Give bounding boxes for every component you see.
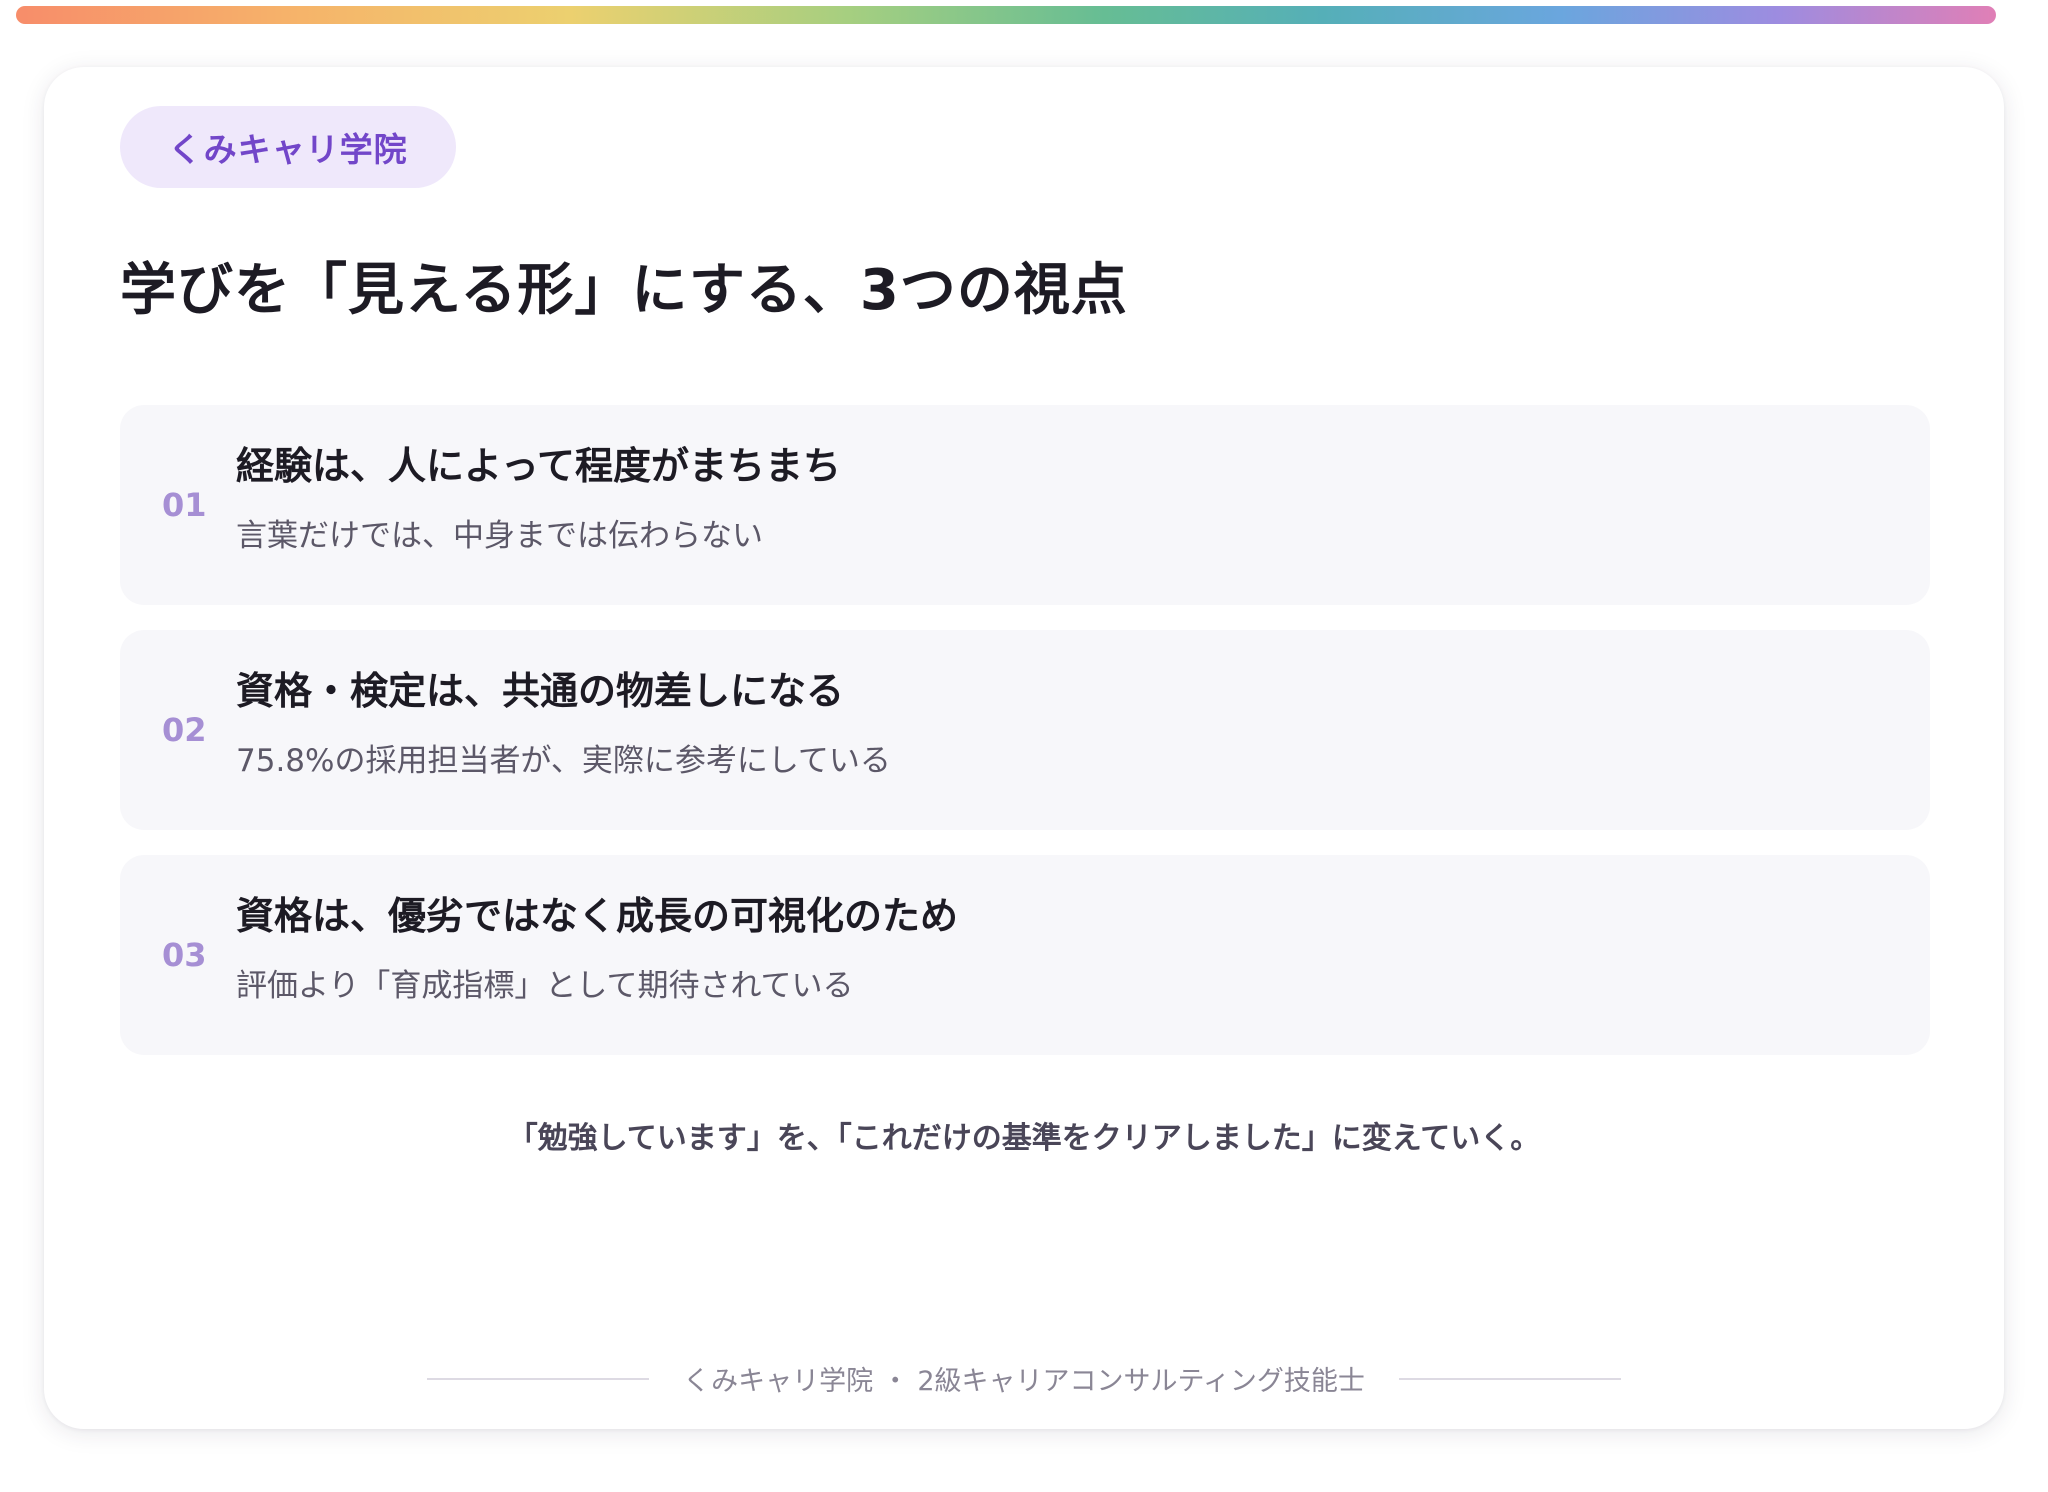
item-title: 資格・検定は、共通の物差しになる — [236, 669, 845, 713]
item-title: 資格は、優劣ではなく成長の可視化のため — [236, 894, 959, 938]
viewpoint-item-2: 02 資格・検定は、共通の物差しになる 75.8%の採用担当者が、実際に参考にし… — [120, 630, 1930, 830]
slide-card: くみキャリ学院 学びを「見える形」にする、3つの視点 01 経験は、人によって程… — [44, 67, 2004, 1429]
brand-badge: くみキャリ学院 — [120, 106, 456, 188]
item-number: 03 — [162, 936, 207, 974]
rainbow-top-bar — [16, 6, 1996, 24]
viewpoint-list: 01 経験は、人によって程度がまちまち 言葉だけでは、中身までは伝わらない 02… — [120, 405, 1930, 1080]
viewpoint-item-1: 01 経験は、人によって程度がまちまち 言葉だけでは、中身までは伝わらない — [120, 405, 1930, 605]
footer-text: くみキャリ学院 ・ 2級キャリアコンサルティング技能士 — [683, 1366, 1365, 1397]
footer-divider-right — [1398, 1377, 1621, 1380]
tagline: 「勉強しています」を、「これだけの基準をクリアしました」に変えていく。 — [507, 1121, 1541, 1156]
viewpoint-item-3: 03 資格は、優劣ではなく成長の可視化のため 評価より「育成指標」として期待され… — [120, 855, 1930, 1055]
item-title: 経験は、人によって程度がまちまち — [236, 444, 841, 488]
item-description: 言葉だけでは、中身までは伝わらない — [236, 518, 763, 554]
footer: くみキャリ学院 ・ 2級キャリアコンサルティング技能士 — [44, 1359, 2004, 1398]
item-description: 評価より「育成指標」として期待されている — [236, 968, 854, 1004]
footer-divider-left — [427, 1377, 650, 1380]
item-number: 02 — [162, 711, 207, 749]
page-title: 学びを「見える形」にする、3つの視点 — [120, 258, 1128, 323]
item-number: 01 — [162, 486, 207, 524]
item-description: 75.8%の採用担当者が、実際に参考にしている — [236, 743, 891, 779]
